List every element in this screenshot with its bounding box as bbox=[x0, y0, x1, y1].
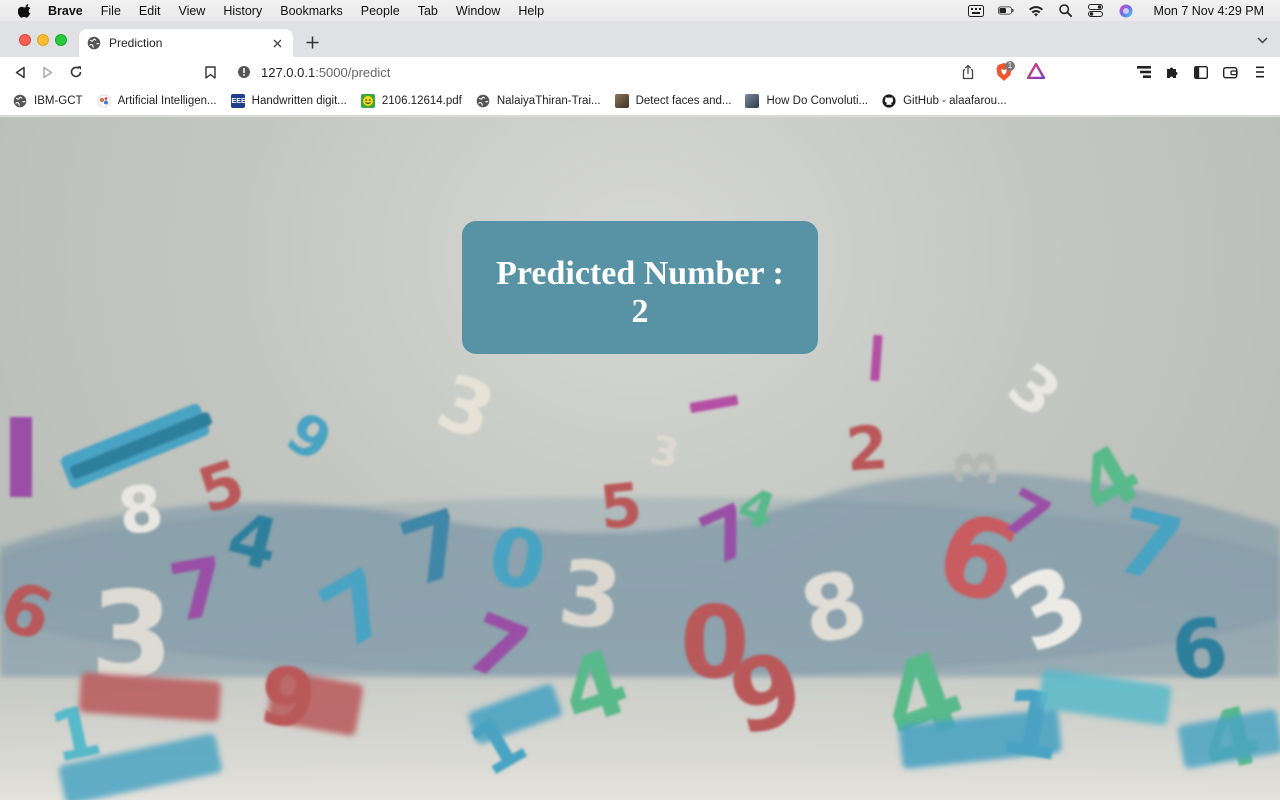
menu-window[interactable]: Window bbox=[456, 4, 500, 18]
apple-menu-icon[interactable] bbox=[18, 3, 32, 18]
menu-people[interactable]: People bbox=[361, 4, 400, 18]
back-button[interactable] bbox=[12, 64, 28, 80]
address-bar[interactable]: 127.0.0.1:5000/predict 1 bbox=[229, 59, 1051, 85]
svg-text:3: 3 bbox=[945, 448, 1010, 487]
thumbnail-icon bbox=[614, 94, 629, 108]
site-info-icon[interactable] bbox=[237, 65, 251, 79]
globe-icon bbox=[13, 94, 27, 108]
svg-text:8: 8 bbox=[114, 471, 168, 550]
menu-tab[interactable]: Tab bbox=[418, 4, 438, 18]
svg-text:3: 3 bbox=[646, 427, 683, 478]
bookmark-nalaiyathiran[interactable]: NalaiyaThiran-Trai... bbox=[476, 94, 601, 108]
macos-menu-bar: Brave File Edit View History Bookmarks P… bbox=[0, 0, 1280, 21]
bookmark-label: IBM-GCT bbox=[34, 95, 83, 107]
globe-icon bbox=[87, 36, 101, 50]
shields-count-badge: 1 bbox=[1005, 61, 1015, 71]
main-menu-icon[interactable] bbox=[1252, 64, 1268, 80]
bookmarks-bar: IBM-GCT Artificial Intelligen... IEEE Ha… bbox=[0, 87, 1280, 116]
svg-text:9: 9 bbox=[275, 400, 342, 476]
keyboard-input-icon[interactable] bbox=[967, 4, 984, 18]
bookmark-ibm-gct[interactable]: IBM-GCT bbox=[13, 94, 83, 108]
url-host: 127.0.0.1 bbox=[261, 64, 316, 80]
window-minimize-button[interactable] bbox=[37, 34, 49, 46]
bookmark-handwritten-digit[interactable]: IEEE Handwritten digit... bbox=[230, 94, 347, 108]
thumbnail-icon bbox=[745, 94, 760, 108]
forward-button[interactable] bbox=[40, 64, 56, 80]
bookmark-label: NalaiyaThiran-Trai... bbox=[496, 95, 601, 107]
share-icon[interactable] bbox=[961, 64, 977, 80]
bookmark-label: How Do Convoluti... bbox=[766, 95, 869, 107]
bookmark-label: GitHub - alaafarou... bbox=[903, 95, 1007, 107]
ieee-icon: IEEE bbox=[230, 94, 246, 108]
smiley-icon bbox=[360, 94, 375, 108]
battery-icon[interactable] bbox=[997, 4, 1014, 18]
menu-history[interactable]: History bbox=[223, 4, 262, 18]
window-close-button[interactable] bbox=[19, 34, 31, 46]
bookmark-artificial-intelligence[interactable]: Artificial Intelligen... bbox=[97, 94, 217, 108]
menu-file[interactable]: File bbox=[101, 4, 121, 18]
menu-bookmarks[interactable]: Bookmarks bbox=[280, 4, 343, 18]
svg-text:5: 5 bbox=[596, 470, 645, 544]
menu-edit[interactable]: Edit bbox=[139, 4, 161, 18]
github-icon bbox=[882, 94, 896, 108]
brave-shields-icon[interactable]: 1 bbox=[995, 61, 1015, 82]
status-tray: Mon 7 Nov 4:29 PM bbox=[967, 4, 1270, 18]
bookmark-detect-faces[interactable]: Detect faces and... bbox=[614, 94, 732, 108]
reload-button[interactable] bbox=[68, 64, 84, 80]
url-path: :5000/predict bbox=[315, 64, 391, 80]
prediction-result-card: Predicted Number : 2 bbox=[462, 221, 818, 354]
url-text[interactable]: 127.0.0.1:5000/predict bbox=[261, 65, 390, 80]
predicted-number: 2 bbox=[631, 292, 649, 330]
svg-text:3: 3 bbox=[995, 349, 1075, 433]
bookmark-this-page-icon[interactable] bbox=[202, 64, 218, 80]
menu-app-brave[interactable]: Brave bbox=[48, 4, 83, 18]
bookmark-label: Artificial Intelligen... bbox=[117, 95, 217, 107]
svg-text:2: 2 bbox=[844, 413, 891, 486]
brave-rewards-icon[interactable] bbox=[1027, 63, 1045, 81]
browser-toolbar: 127.0.0.1:5000/predict 1 bbox=[0, 57, 1280, 87]
bookmark-label: Handwritten digit... bbox=[251, 95, 347, 107]
wallet-icon[interactable] bbox=[1222, 64, 1238, 80]
sidebar-list-icon[interactable] bbox=[1136, 64, 1152, 80]
new-tab-button[interactable] bbox=[302, 32, 322, 52]
bookmark-how-do-convolutions[interactable]: How Do Convoluti... bbox=[745, 94, 868, 108]
control-center-icon[interactable] bbox=[1088, 4, 1104, 18]
browser-tab-strip: Prediction bbox=[0, 21, 1280, 57]
ai-icon bbox=[97, 94, 111, 108]
window-zoom-button[interactable] bbox=[55, 34, 67, 46]
background-image: 8 5 3 6 7 4 1 9 7 9 3 7 0 3 5 0 9 4 7 1 … bbox=[0, 334, 1280, 800]
globe-icon bbox=[476, 94, 490, 108]
tab-title: Prediction bbox=[109, 36, 163, 50]
tab-close-icon[interactable] bbox=[269, 35, 285, 51]
bookmark-github[interactable]: GitHub - alaafarou... bbox=[882, 94, 1007, 108]
tab-search-chevron-icon[interactable] bbox=[1256, 34, 1268, 46]
bookmark-label: Detect faces and... bbox=[635, 95, 732, 107]
svg-text:3: 3 bbox=[426, 356, 506, 458]
menu-help[interactable]: Help bbox=[518, 4, 544, 18]
menu-view[interactable]: View bbox=[178, 4, 205, 18]
extensions-icon[interactable] bbox=[1164, 64, 1180, 80]
menu-bar-clock[interactable]: Mon 7 Nov 4:29 PM bbox=[1154, 4, 1264, 18]
sidebar-toggle-icon[interactable] bbox=[1193, 64, 1209, 80]
wifi-icon[interactable] bbox=[1028, 4, 1044, 18]
siri-icon[interactable] bbox=[1118, 4, 1134, 18]
bookmark-pdf-2106-12614[interactable]: 2106.12614.pdf bbox=[360, 94, 462, 108]
tab-prediction[interactable]: Prediction bbox=[79, 29, 293, 57]
prediction-label: Predicted Number : bbox=[496, 254, 784, 292]
spotlight-search-icon[interactable] bbox=[1058, 4, 1074, 18]
bookmark-label: 2106.12614.pdf bbox=[381, 95, 462, 107]
page-viewport: 8 5 3 6 7 4 1 9 7 9 3 7 0 3 5 0 9 4 7 1 … bbox=[0, 117, 1280, 800]
